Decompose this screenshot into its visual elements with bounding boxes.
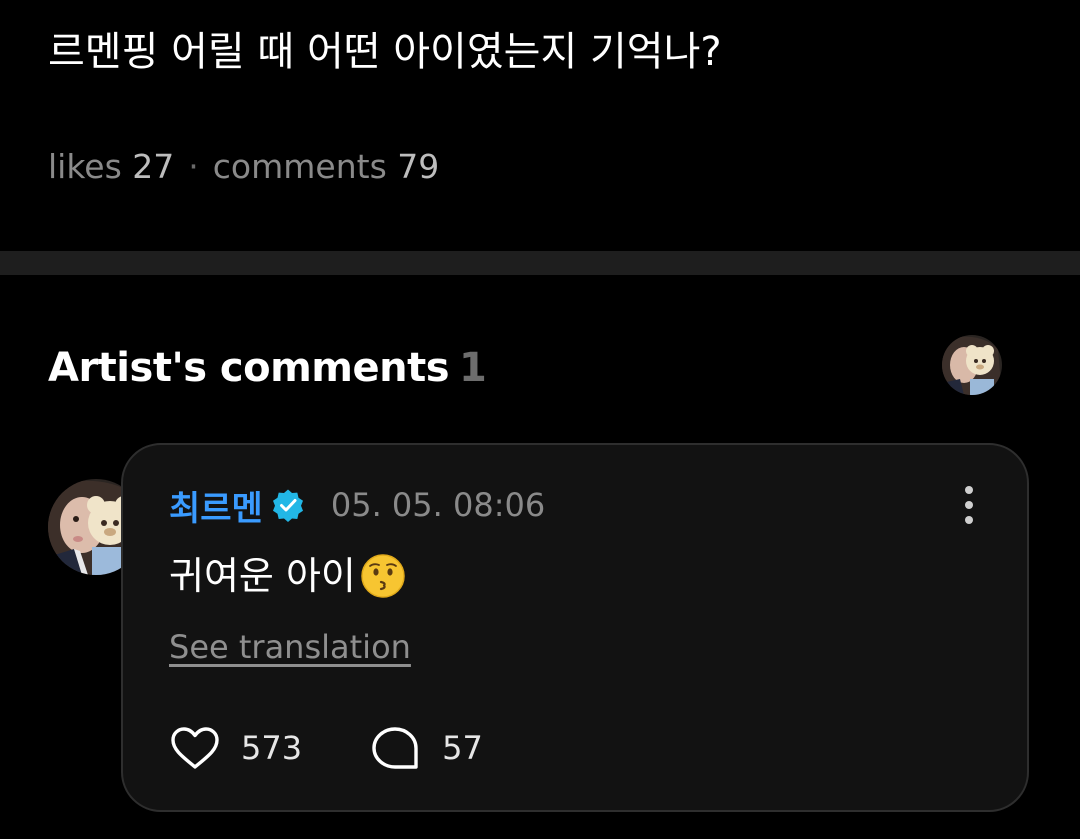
- artist-avatar[interactable]: [942, 335, 1002, 395]
- post-stats: likes 27 · comments 79: [48, 146, 439, 188]
- artist-comments-heading: Artist's comments 1: [48, 343, 487, 393]
- reply-button[interactable]: 57: [370, 725, 483, 771]
- verified-badge-icon: [272, 489, 303, 522]
- comment-author-name[interactable]: 최르멘: [169, 481, 263, 530]
- like-count: 573: [241, 729, 303, 767]
- speech-bubble-outline-icon[interactable]: [370, 725, 422, 771]
- see-translation-link[interactable]: See translation: [169, 627, 411, 667]
- reply-count: 57: [442, 729, 483, 767]
- kissing-face-emoji-icon: [361, 554, 405, 598]
- stats-separator: ·: [188, 147, 199, 186]
- section-divider: [0, 251, 1080, 275]
- comment-actions: 573 57: [169, 725, 483, 771]
- comments-label[interactable]: comments: [213, 147, 387, 186]
- like-button[interactable]: 573: [169, 725, 302, 771]
- likes-label: likes: [48, 147, 122, 186]
- artist-comments-title: Artist's comments: [48, 345, 450, 391]
- comment-header: 최르멘 05. 05. 08:06: [169, 481, 546, 530]
- comment-text: 귀여운 아이: [169, 554, 356, 598]
- comments-count[interactable]: 79: [397, 147, 439, 186]
- more-options-icon[interactable]: [951, 483, 987, 527]
- artist-comments-count: 1: [459, 345, 487, 391]
- comment-timestamp: 05. 05. 08:06: [330, 486, 546, 524]
- avatar-photo: [942, 335, 1002, 395]
- heart-outline-icon[interactable]: [169, 725, 221, 771]
- comment-body: 귀여운 아이: [169, 551, 406, 601]
- likes-count: 27: [132, 147, 175, 186]
- post-title: 르멘핑 어릴 때 어떤 아이였는지 기억나?: [48, 29, 722, 75]
- artist-comment-card: 최르멘 05. 05. 08:06 귀여운 아이 See translation: [121, 443, 1029, 812]
